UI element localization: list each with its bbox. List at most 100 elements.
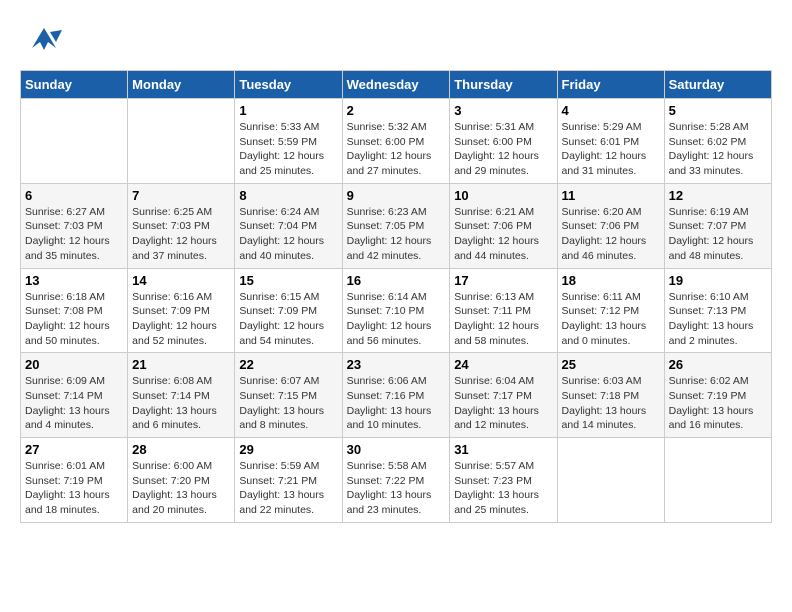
day-info: Sunrise: 6:01 AMSunset: 7:19 PMDaylight:…	[25, 459, 123, 518]
day-info: Sunrise: 6:08 AMSunset: 7:14 PMDaylight:…	[132, 374, 230, 433]
calendar-cell: 18Sunrise: 6:11 AMSunset: 7:12 PMDayligh…	[557, 268, 664, 353]
day-info: Sunrise: 6:18 AMSunset: 7:08 PMDaylight:…	[25, 290, 123, 349]
calendar-cell: 22 Sunrise: 6:07 AMSunset: 7:15 PMDayligh…	[235, 353, 342, 438]
calendar-week-row: 1 Sunrise: 5:33 AMSunset: 5:59 PMDaylight…	[21, 99, 772, 184]
day-info: Sunrise: 5:58 AMSunset: 7:22 PMDaylight:…	[347, 459, 446, 518]
calendar-table: SundayMondayTuesdayWednesdayThursdayFrid…	[20, 70, 772, 523]
calendar-cell	[664, 438, 771, 523]
calendar-cell: 24 Sunrise: 6:04 AMSunset: 7:17 PMDayligh…	[450, 353, 557, 438]
day-info: Sunrise: 5:29 AMSunset: 6:01 PMDaylight:…	[562, 120, 660, 179]
day-number: 9	[347, 188, 446, 203]
day-info: Sunrise: 6:00 AMSunset: 7:20 PMDaylight:…	[132, 459, 230, 518]
calendar-cell: 23 Sunrise: 6:06 AMSunset: 7:16 PMDayligh…	[342, 353, 450, 438]
calendar-cell: 3Sunrise: 5:31 AMSunset: 6:00 PMDaylight…	[450, 99, 557, 184]
day-number: 27	[25, 442, 123, 457]
calendar-cell: 20Sunrise: 6:09 AMSunset: 7:14 PMDayligh…	[21, 353, 128, 438]
calendar-cell: 31Sunrise: 5:57 AMSunset: 7:23 PMDayligh…	[450, 438, 557, 523]
day-info: Sunrise: 6:03 AMSunset: 7:18 PMDaylight:…	[562, 374, 660, 433]
day-info: Sunrise: 6:21 AMSunset: 7:06 PMDaylight:…	[454, 205, 552, 264]
day-number: 10	[454, 188, 552, 203]
calendar-week-row: 27 Sunrise: 6:01 AMSunset: 7:19 PMDayligh…	[21, 438, 772, 523]
day-number: 13	[25, 273, 123, 288]
day-number: 2	[347, 103, 446, 118]
day-number: 6	[25, 188, 123, 203]
calendar-cell: 30 Sunrise: 5:58 AMSunset: 7:22 PMDayligh…	[342, 438, 450, 523]
day-info: Sunrise: 6:06 AMSunset: 7:16 PMDaylight:…	[347, 374, 446, 433]
day-number: 1	[239, 103, 337, 118]
day-number: 18	[562, 273, 660, 288]
calendar-cell: 15 Sunrise: 6:15 AMSunset: 7:09 PMDayligh…	[235, 268, 342, 353]
day-info: Sunrise: 5:31 AMSunset: 6:00 PMDaylight:…	[454, 120, 552, 179]
calendar-cell: 26 Sunrise: 6:02 AMSunset: 7:19 PMDayligh…	[664, 353, 771, 438]
page-header	[20, 20, 772, 60]
calendar-cell: 1 Sunrise: 5:33 AMSunset: 5:59 PMDaylight…	[235, 99, 342, 184]
day-number: 7	[132, 188, 230, 203]
calendar-cell: 2 Sunrise: 5:32 AMSunset: 6:00 PMDaylight…	[342, 99, 450, 184]
calendar-cell	[21, 99, 128, 184]
day-number: 17	[454, 273, 552, 288]
day-number: 16	[347, 273, 446, 288]
calendar-cell: 29 Sunrise: 5:59 AMSunset: 7:21 PMDayligh…	[235, 438, 342, 523]
day-number: 28	[132, 442, 230, 457]
day-number: 5	[669, 103, 767, 118]
calendar-cell: 28 Sunrise: 6:00 AMSunset: 7:20 PMDayligh…	[128, 438, 235, 523]
day-info: Sunrise: 5:28 AMSunset: 6:02 PMDaylight:…	[669, 120, 767, 179]
calendar-cell: 21 Sunrise: 6:08 AMSunset: 7:14 PMDayligh…	[128, 353, 235, 438]
day-header-sunday: Sunday	[21, 71, 128, 99]
calendar-cell: 9 Sunrise: 6:23 AMSunset: 7:05 PMDaylight…	[342, 183, 450, 268]
calendar-week-row: 6 Sunrise: 6:27 AMSunset: 7:03 PMDaylight…	[21, 183, 772, 268]
calendar-cell: 25 Sunrise: 6:03 AMSunset: 7:18 PMDayligh…	[557, 353, 664, 438]
day-number: 11	[562, 188, 660, 203]
day-header-thursday: Thursday	[450, 71, 557, 99]
day-number: 22	[239, 357, 337, 372]
day-info: Sunrise: 6:27 AMSunset: 7:03 PMDaylight:…	[25, 205, 123, 264]
calendar-cell: 16Sunrise: 6:14 AMSunset: 7:10 PMDayligh…	[342, 268, 450, 353]
day-number: 30	[347, 442, 446, 457]
calendar-cell: 8 Sunrise: 6:24 AMSunset: 7:04 PMDaylight…	[235, 183, 342, 268]
day-number: 24	[454, 357, 552, 372]
day-info: Sunrise: 6:25 AMSunset: 7:03 PMDaylight:…	[132, 205, 230, 264]
day-number: 4	[562, 103, 660, 118]
day-header-wednesday: Wednesday	[342, 71, 450, 99]
day-number: 12	[669, 188, 767, 203]
day-info: Sunrise: 6:15 AMSunset: 7:09 PMDaylight:…	[239, 290, 337, 349]
calendar-cell: 5 Sunrise: 5:28 AMSunset: 6:02 PMDaylight…	[664, 99, 771, 184]
day-number: 15	[239, 273, 337, 288]
day-info: Sunrise: 5:32 AMSunset: 6:00 PMDaylight:…	[347, 120, 446, 179]
day-info: Sunrise: 6:23 AMSunset: 7:05 PMDaylight:…	[347, 205, 446, 264]
day-number: 20	[25, 357, 123, 372]
day-number: 21	[132, 357, 230, 372]
day-info: Sunrise: 6:04 AMSunset: 7:17 PMDaylight:…	[454, 374, 552, 433]
day-info: Sunrise: 5:57 AMSunset: 7:23 PMDaylight:…	[454, 459, 552, 518]
calendar-cell: 17 Sunrise: 6:13 AMSunset: 7:11 PMDayligh…	[450, 268, 557, 353]
day-number: 19	[669, 273, 767, 288]
calendar-cell: 14Sunrise: 6:16 AMSunset: 7:09 PMDayligh…	[128, 268, 235, 353]
calendar-cell: 13 Sunrise: 6:18 AMSunset: 7:08 PMDayligh…	[21, 268, 128, 353]
calendar-header-row: SundayMondayTuesdayWednesdayThursdayFrid…	[21, 71, 772, 99]
calendar-cell	[128, 99, 235, 184]
calendar-cell: 4 Sunrise: 5:29 AMSunset: 6:01 PMDaylight…	[557, 99, 664, 184]
day-info: Sunrise: 6:07 AMSunset: 7:15 PMDaylight:…	[239, 374, 337, 433]
calendar-cell: 12 Sunrise: 6:19 AMSunset: 7:07 PMDayligh…	[664, 183, 771, 268]
day-info: Sunrise: 6:10 AMSunset: 7:13 PMDaylight:…	[669, 290, 767, 349]
day-number: 29	[239, 442, 337, 457]
day-info: Sunrise: 6:24 AMSunset: 7:04 PMDaylight:…	[239, 205, 337, 264]
day-number: 23	[347, 357, 446, 372]
day-info: Sunrise: 6:13 AMSunset: 7:11 PMDaylight:…	[454, 290, 552, 349]
logo	[20, 20, 72, 60]
day-info: Sunrise: 6:19 AMSunset: 7:07 PMDaylight:…	[669, 205, 767, 264]
calendar-cell: 6 Sunrise: 6:27 AMSunset: 7:03 PMDaylight…	[21, 183, 128, 268]
calendar-cell: 10 Sunrise: 6:21 AMSunset: 7:06 PMDayligh…	[450, 183, 557, 268]
day-info: Sunrise: 6:02 AMSunset: 7:19 PMDaylight:…	[669, 374, 767, 433]
day-number: 26	[669, 357, 767, 372]
calendar-cell: 7 Sunrise: 6:25 AMSunset: 7:03 PMDaylight…	[128, 183, 235, 268]
day-info: Sunrise: 6:20 AMSunset: 7:06 PMDaylight:…	[562, 205, 660, 264]
day-header-saturday: Saturday	[664, 71, 771, 99]
day-info: Sunrise: 5:33 AMSunset: 5:59 PMDaylight:…	[239, 120, 337, 179]
calendar-week-row: 13 Sunrise: 6:18 AMSunset: 7:08 PMDayligh…	[21, 268, 772, 353]
calendar-cell	[557, 438, 664, 523]
day-number: 25	[562, 357, 660, 372]
day-number: 8	[239, 188, 337, 203]
day-number: 14	[132, 273, 230, 288]
day-info: Sunrise: 5:59 AMSunset: 7:21 PMDaylight:…	[239, 459, 337, 518]
